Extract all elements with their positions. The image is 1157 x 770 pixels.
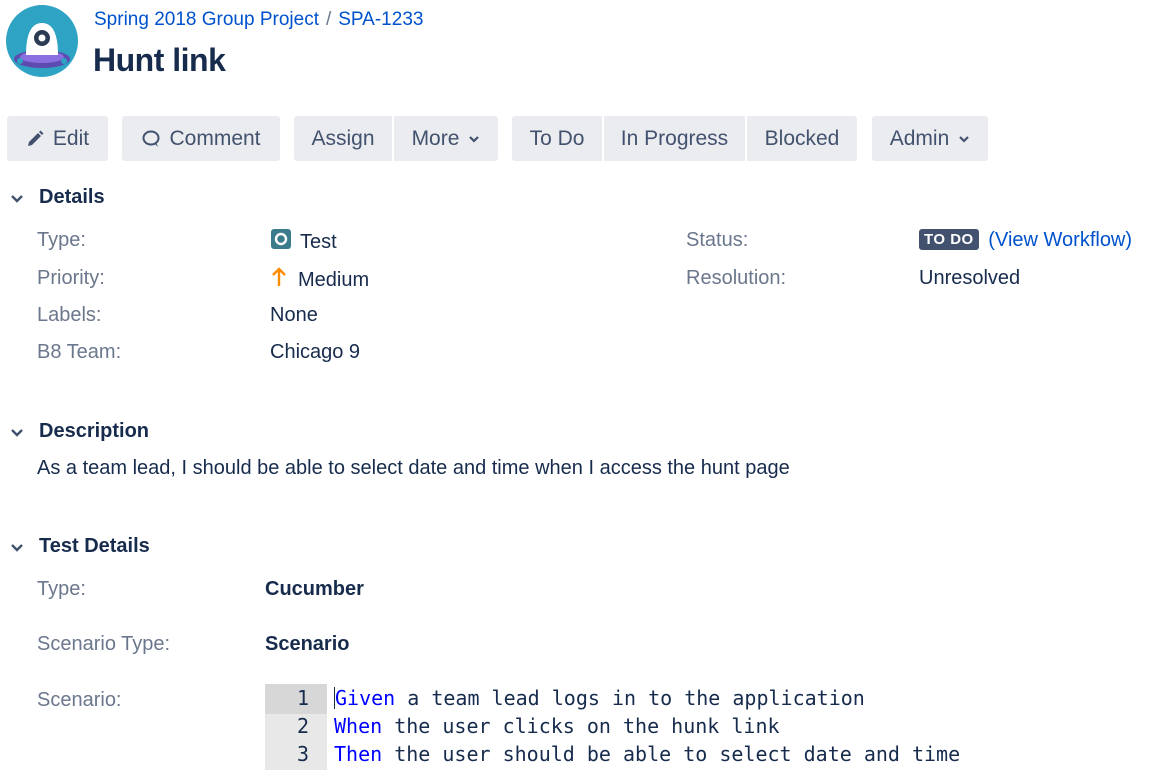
scenario-label: Scenario: <box>37 689 122 711</box>
code-text: a team lead logs in to the application <box>395 686 865 710</box>
admin-label: Admin <box>889 126 950 150</box>
code-text: the user should be able to select date a… <box>382 742 961 766</box>
status-label: Status: <box>686 229 749 251</box>
blocked-button[interactable]: Blocked <box>747 116 857 161</box>
scenario-code-editor[interactable]: 1 Given a team lead logs in to the appli… <box>265 684 1145 770</box>
gherkin-keyword: When <box>334 714 383 738</box>
in-progress-button[interactable]: In Progress <box>604 116 745 161</box>
gherkin-keyword: Given <box>335 686 396 710</box>
assign-label: Assign <box>311 126 375 150</box>
details-heading: Details <box>39 186 105 208</box>
chevron-down-icon <box>468 133 480 145</box>
pencil-icon <box>26 130 44 148</box>
chevron-down-icon <box>9 539 25 555</box>
line-number: 2 <box>296 714 309 738</box>
paren-open: ( <box>988 229 995 251</box>
gherkin-keyword: Then <box>334 742 383 766</box>
more-button[interactable]: More <box>394 116 498 161</box>
description-section-toggle[interactable]: Description <box>9 420 149 443</box>
paren-close: ) <box>1125 229 1133 251</box>
speech-bubble-icon <box>141 129 161 149</box>
resolution-value: Unresolved <box>919 267 1021 289</box>
test-type-value: Cucumber <box>265 578 364 600</box>
line-number: 3 <box>296 742 309 766</box>
more-label: More <box>411 126 460 150</box>
description-text: As a team lead, I should be able to sele… <box>37 457 790 479</box>
project-avatar-icon[interactable] <box>6 5 78 77</box>
breadcrumb-issue-link[interactable]: SPA-1233 <box>338 9 423 30</box>
type-label: Type: <box>37 229 86 251</box>
assign-button[interactable]: Assign <box>294 116 392 161</box>
priority-label: Priority: <box>37 267 105 289</box>
chevron-down-icon <box>9 190 25 206</box>
todo-label: To Do <box>529 126 585 150</box>
breadcrumb-separator: / <box>325 9 332 30</box>
code-text: the user clicks on the hunk link <box>382 714 780 738</box>
team-value: Chicago 9 <box>270 341 361 363</box>
comment-label: Comment <box>169 126 261 150</box>
scenario-type-value: Scenario <box>265 633 350 655</box>
code-line: Given a team lead logs in to the applica… <box>334 686 865 710</box>
in-progress-label: In Progress <box>620 126 729 150</box>
edit-label: Edit <box>52 126 90 150</box>
admin-button[interactable]: Admin <box>872 116 988 161</box>
priority-value: Medium <box>271 267 369 293</box>
test-details-section-toggle[interactable]: Test Details <box>9 535 150 558</box>
code-line: Then the user should be able to select d… <box>334 742 960 766</box>
labels-label: Labels: <box>37 304 102 326</box>
labels-value: None <box>270 304 318 326</box>
breadcrumb: Spring 2018 Group Project / SPA-1233 <box>94 9 423 31</box>
status-badge: TO DO <box>919 229 979 250</box>
comment-button[interactable]: Comment <box>122 116 280 161</box>
arrow-up-icon <box>271 267 287 293</box>
blocked-label: Blocked <box>764 126 840 150</box>
todo-button[interactable]: To Do <box>512 116 602 161</box>
view-workflow-link[interactable]: View Workflow <box>995 229 1125 251</box>
breadcrumb-project-link[interactable]: Spring 2018 Group Project <box>94 9 319 30</box>
scenario-type-label: Scenario Type: <box>37 633 171 655</box>
team-label: B8 Team: <box>37 341 122 363</box>
test-details-heading: Test Details <box>39 535 150 557</box>
resolution-label: Resolution: <box>686 267 787 289</box>
test-type-label: Type: <box>37 578 86 600</box>
code-line: When the user clicks on the hunk link <box>334 714 780 738</box>
line-number: 1 <box>296 686 309 710</box>
chevron-down-icon <box>9 424 25 440</box>
status-value: TO DO (View Workflow) <box>919 229 1132 252</box>
edit-button[interactable]: Edit <box>7 116 108 161</box>
page-title[interactable]: Hunt link <box>93 42 226 79</box>
description-heading: Description <box>39 420 150 442</box>
type-value-text: Test <box>300 230 337 253</box>
chevron-down-icon <box>958 133 970 145</box>
details-section-toggle[interactable]: Details <box>9 186 105 209</box>
type-value: Test <box>271 229 337 255</box>
test-issue-type-icon <box>271 229 291 255</box>
priority-value-text: Medium <box>298 268 370 291</box>
